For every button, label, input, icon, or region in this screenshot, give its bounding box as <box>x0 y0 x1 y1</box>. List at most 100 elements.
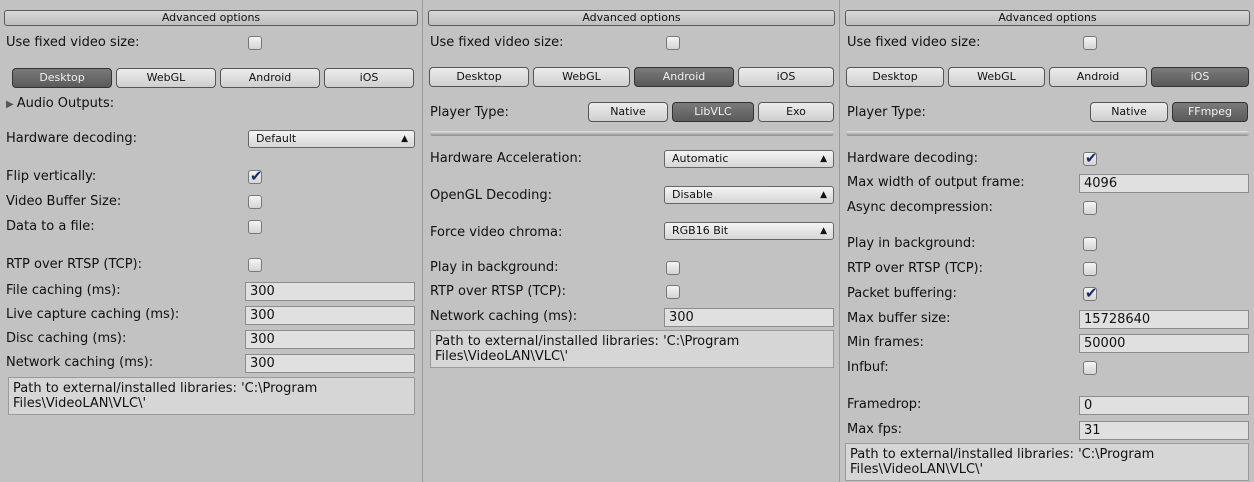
player-type-label: Player Type: <box>430 105 509 120</box>
packet-label: Packet buffering: <box>847 286 957 301</box>
rtp-label: RTP over RTSP (TCP): <box>430 284 566 299</box>
net-caching-label: Network caching (ms): <box>6 355 154 370</box>
live-caching-input[interactable]: 300 <box>245 306 415 325</box>
max-fps-label: Max fps: <box>847 422 902 437</box>
panel-ios: Advanced options Use fixed video size: D… <box>841 0 1254 482</box>
hw-decoding-value: Default <box>256 132 297 145</box>
chroma-label: Force video chroma: <box>430 225 563 240</box>
framedrop-label: Framedrop: <box>847 397 922 412</box>
hw-decoding-select[interactable]: Default ▲︎ <box>248 130 415 148</box>
file-caching-input[interactable]: 300 <box>245 282 415 301</box>
player-type-native[interactable]: Native <box>1090 102 1168 122</box>
rtp-label: RTP over RTSP (TCP): <box>6 257 142 272</box>
hw-accel-label: Hardware Acceleration: <box>430 151 583 166</box>
packet-checkbox[interactable] <box>1083 284 1098 302</box>
async-label: Async decompression: <box>847 200 993 215</box>
bg-label: Play in background: <box>430 260 559 275</box>
max-width-label: Max width of output frame: <box>847 175 1025 190</box>
player-type-libvlc[interactable]: LibVLC <box>672 102 754 122</box>
audio-outputs-foldout[interactable]: ▶ Audio Outputs: <box>6 96 114 111</box>
select-arrow-icon: ▲︎ <box>401 134 408 144</box>
min-frames-input[interactable]: 50000 <box>1079 334 1249 353</box>
section-separator <box>846 131 1249 136</box>
disc-caching-label: Disc caching (ms): <box>6 331 127 346</box>
select-arrow-icon: ▲︎ <box>820 154 827 164</box>
opengl-value: Disable <box>672 188 713 201</box>
buffer-checkbox[interactable] <box>248 195 262 209</box>
library-path-info: Path to external/installed libraries: 'C… <box>845 443 1249 481</box>
tab-android[interactable]: Android <box>634 67 734 87</box>
tab-android[interactable]: Android <box>220 68 320 88</box>
select-arrow-icon: ▲︎ <box>820 190 827 200</box>
hw-decoding-label: Hardware decoding: <box>847 151 978 166</box>
max-fps-input[interactable]: 31 <box>1079 421 1249 440</box>
tab-webgl[interactable]: WebGL <box>116 68 216 88</box>
audio-outputs-label: Audio Outputs: <box>16 96 115 111</box>
panel-header[interactable]: Advanced options <box>4 10 418 26</box>
fixed-size-checkbox[interactable] <box>1083 36 1097 50</box>
section-separator <box>430 131 834 136</box>
bg-label: Play in background: <box>847 236 976 251</box>
bg-checkbox[interactable] <box>1083 237 1097 251</box>
player-type-ffmpeg[interactable]: FFmpeg <box>1172 102 1248 122</box>
rtp-checkbox[interactable] <box>248 258 262 272</box>
panel-header[interactable]: Advanced options <box>845 10 1250 26</box>
net-caching-label: Network caching (ms): <box>430 309 578 324</box>
infbuf-label: Infbuf: <box>847 360 889 375</box>
opengl-label: OpenGL Decoding: <box>430 188 553 203</box>
max-width-input[interactable]: 4096 <box>1079 174 1249 193</box>
file-checkbox[interactable] <box>248 220 262 234</box>
rtp-checkbox[interactable] <box>666 285 680 299</box>
player-type-native[interactable]: Native <box>588 102 668 122</box>
net-caching-input[interactable]: 300 <box>664 308 834 327</box>
hw-accel-value: Automatic <box>672 152 729 165</box>
net-caching-input[interactable]: 300 <box>245 354 415 373</box>
chroma-value: RGB16 Bit <box>672 224 729 237</box>
tab-webgl[interactable]: WebGL <box>533 67 630 87</box>
panel-desktop: Advanced options Use fixed video size: D… <box>0 0 423 482</box>
fixed-size-checkbox[interactable] <box>248 36 262 50</box>
bg-checkbox[interactable] <box>666 261 680 275</box>
disc-caching-input[interactable]: 300 <box>245 330 415 349</box>
rtp-checkbox[interactable] <box>1083 262 1097 276</box>
flip-label: Flip vertically: <box>6 169 97 184</box>
min-frames-label: Min frames: <box>847 335 924 350</box>
panel-android: Advanced options Use fixed video size: D… <box>424 0 840 482</box>
max-buffer-input[interactable]: 15728640 <box>1079 310 1249 329</box>
foldout-arrow-icon: ▶ <box>6 99 14 110</box>
library-path-info: Path to external/installed libraries: 'C… <box>8 377 415 415</box>
fixed-size-label: Use fixed video size: <box>430 35 564 50</box>
select-arrow-icon: ▲︎ <box>820 226 827 236</box>
hw-decoding-label: Hardware decoding: <box>6 131 137 146</box>
panel-header[interactable]: Advanced options <box>428 10 835 26</box>
buffer-label: Video Buffer Size: <box>6 194 122 209</box>
max-buffer-label: Max buffer size: <box>847 311 951 326</box>
tab-android[interactable]: Android <box>1049 67 1147 87</box>
file-label: Data to a file: <box>6 219 95 234</box>
async-checkbox[interactable] <box>1083 201 1097 215</box>
fixed-size-label: Use fixed video size: <box>847 35 981 50</box>
file-caching-label: File caching (ms): <box>6 283 121 298</box>
tab-ios[interactable]: iOS <box>1151 67 1249 87</box>
advanced-options-screen: Advanced options Use fixed video size: D… <box>0 0 1254 482</box>
fixed-size-checkbox[interactable] <box>666 36 680 50</box>
flip-checkbox[interactable] <box>248 167 263 185</box>
chroma-select[interactable]: RGB16 Bit ▲︎ <box>664 222 834 240</box>
hw-accel-select[interactable]: Automatic ▲︎ <box>664 150 834 168</box>
framedrop-input[interactable]: 0 <box>1079 396 1249 415</box>
player-type-label: Player Type: <box>847 105 926 120</box>
live-caching-label: Live capture caching (ms): <box>6 307 180 322</box>
rtp-label: RTP over RTSP (TCP): <box>847 261 983 276</box>
tab-desktop[interactable]: Desktop <box>12 68 112 88</box>
tab-desktop[interactable]: Desktop <box>429 67 529 87</box>
hw-decoding-checkbox[interactable] <box>1083 149 1098 167</box>
tab-desktop[interactable]: Desktop <box>846 67 944 87</box>
player-type-exo[interactable]: Exo <box>758 102 834 122</box>
tab-ios[interactable]: iOS <box>738 67 834 87</box>
tab-webgl[interactable]: WebGL <box>948 67 1045 87</box>
fixed-size-label: Use fixed video size: <box>6 35 140 50</box>
infbuf-checkbox[interactable] <box>1083 361 1097 375</box>
opengl-select[interactable]: Disable ▲︎ <box>664 186 834 204</box>
tab-ios[interactable]: iOS <box>324 68 414 88</box>
library-path-info: Path to external/installed libraries: 'C… <box>430 330 834 368</box>
